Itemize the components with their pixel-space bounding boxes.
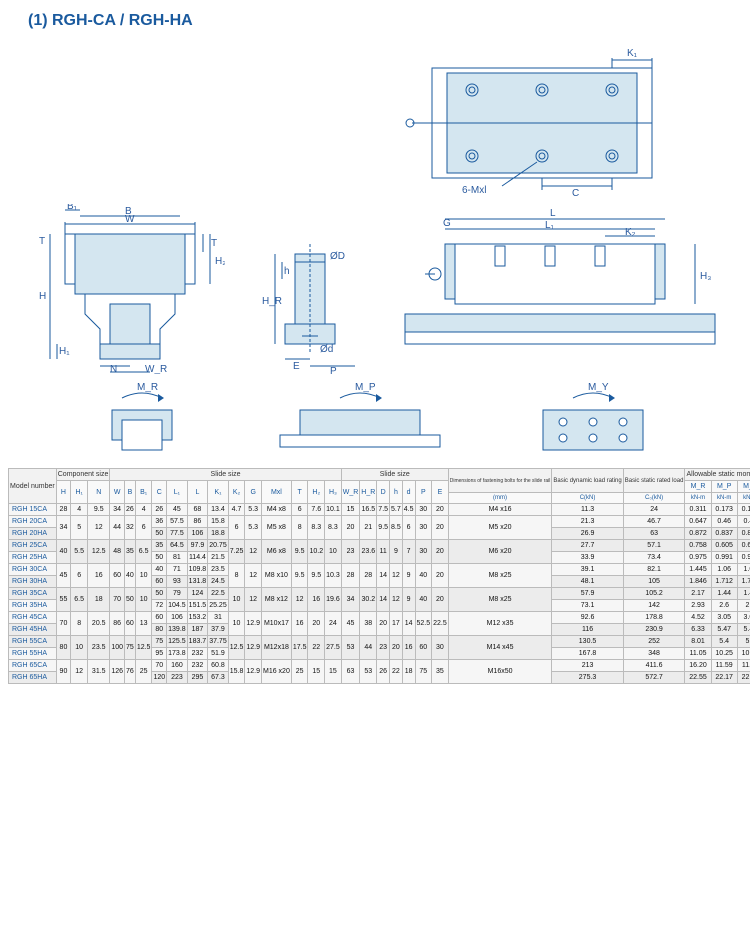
svg-text:L: L	[550, 208, 556, 219]
page-title: (1) RGH-CA / RGH-HA	[28, 12, 742, 30]
colgroup-moment: Allowable static moment	[685, 469, 750, 481]
table-row: RGH 30CA456166040104071109.823.5812M8 x1…	[9, 564, 750, 576]
svg-text:h: h	[284, 266, 290, 277]
model-cell: RGH 35CA	[9, 588, 57, 600]
spec-table-body: RGH 15CA2849.53426426456813.44.75.3M4 x8…	[9, 504, 750, 684]
model-cell: RGH 30CA	[9, 564, 57, 576]
svg-text:E: E	[293, 361, 300, 372]
svg-text:H₃: H₃	[700, 271, 711, 282]
svg-text:M_P: M_P	[355, 382, 376, 393]
colgroup-dyn: Basic dynamic load rating	[552, 469, 623, 493]
svg-text:P: P	[330, 366, 337, 374]
table-row: RGH 45CA70820.586601360106153.2311012.9M…	[9, 612, 750, 624]
model-cell: RGH 55HA	[9, 648, 57, 660]
model-cell: RGH 65CA	[9, 660, 57, 672]
diagram-top-view: K₁ C 6-Mxl	[382, 38, 682, 198]
model-cell: RGH 20HA	[9, 528, 57, 540]
diagram-rail-section: H_R h ØD Ød E P	[260, 204, 360, 374]
model-cell: RGH 65HA	[9, 672, 57, 684]
svg-text:T: T	[211, 238, 217, 249]
model-cell: RGH 20CA	[9, 516, 57, 528]
colgroup-slide2: Slide size	[341, 469, 448, 481]
svg-text:H: H	[39, 291, 46, 302]
model-cell: RGH 30HA	[9, 576, 57, 588]
svg-text:H₂: H₂	[215, 256, 225, 267]
engineering-diagrams: K₁ C 6-Mxl	[8, 38, 742, 460]
diagram-moment-mr: M_R	[82, 380, 202, 460]
svg-text:T: T	[39, 236, 45, 247]
model-cell: RGH 15CA	[9, 504, 57, 516]
diagram-side-view: G L L₁ K₂ H₃	[395, 204, 725, 374]
model-cell: RGH 25CA	[9, 540, 57, 552]
diagram-moment-my: M_Y	[518, 380, 668, 460]
svg-text:6-Mxl: 6-Mxl	[462, 185, 486, 196]
table-row: RGH 25CA405.512.548356.53564.597.920.757…	[9, 540, 750, 552]
table-row: RGH 65CA901231.512676257016023260.815.81…	[9, 660, 750, 672]
model-cell: RGH 45HA	[9, 624, 57, 636]
svg-text:K₂: K₂	[625, 227, 636, 238]
colgroup-slide: Slide size	[110, 469, 341, 481]
svg-text:W_R: W_R	[145, 364, 167, 374]
model-cell: RGH 55CA	[9, 636, 57, 648]
table-row: RGH 55CA801023.51007512.575125.5183.737.…	[9, 636, 750, 648]
svg-text:G: G	[443, 218, 451, 229]
colgroup-component: Component size	[56, 469, 110, 481]
svg-text:M_R: M_R	[137, 382, 158, 393]
svg-text:L₁: L₁	[545, 220, 555, 231]
svg-text:B₁: B₁	[67, 204, 78, 212]
svg-text:K₁: K₁	[627, 48, 638, 59]
diagram-moment-mp: M_P	[270, 380, 450, 460]
model-cell: RGH 25HA	[9, 552, 57, 564]
svg-text:H₁: H₁	[59, 346, 70, 357]
model-cell: RGH 45CA	[9, 612, 57, 624]
svg-text:H_R: H_R	[262, 296, 282, 307]
table-row: RGH 15CA2849.53426426456813.44.75.3M4 x8…	[9, 504, 750, 516]
col-model: Model number	[9, 469, 57, 504]
svg-text:M_Y: M_Y	[588, 382, 609, 393]
spec-table: Model number Component size Slide size S…	[8, 468, 750, 684]
svg-text:B: B	[125, 206, 132, 217]
model-cell: RGH 35HA	[9, 600, 57, 612]
table-row: RGH 20CA34512443263657.58615.865.3M5 x88…	[9, 516, 750, 528]
colgroup-stat: Basic static rated load	[623, 469, 685, 493]
colgroup-fasten: Dimensions of fastening bolts for the sl…	[448, 469, 552, 493]
svg-text:N: N	[110, 364, 117, 374]
svg-text:ØD: ØD	[330, 251, 345, 262]
svg-text:C: C	[572, 188, 579, 198]
svg-text:Ød: Ød	[320, 344, 333, 355]
diagram-front-view: W B B₁ T H H₁ T H₂ N W_R	[25, 204, 225, 374]
table-row: RGH 35CA556.518705010507912422.51012M8 x…	[9, 588, 750, 600]
